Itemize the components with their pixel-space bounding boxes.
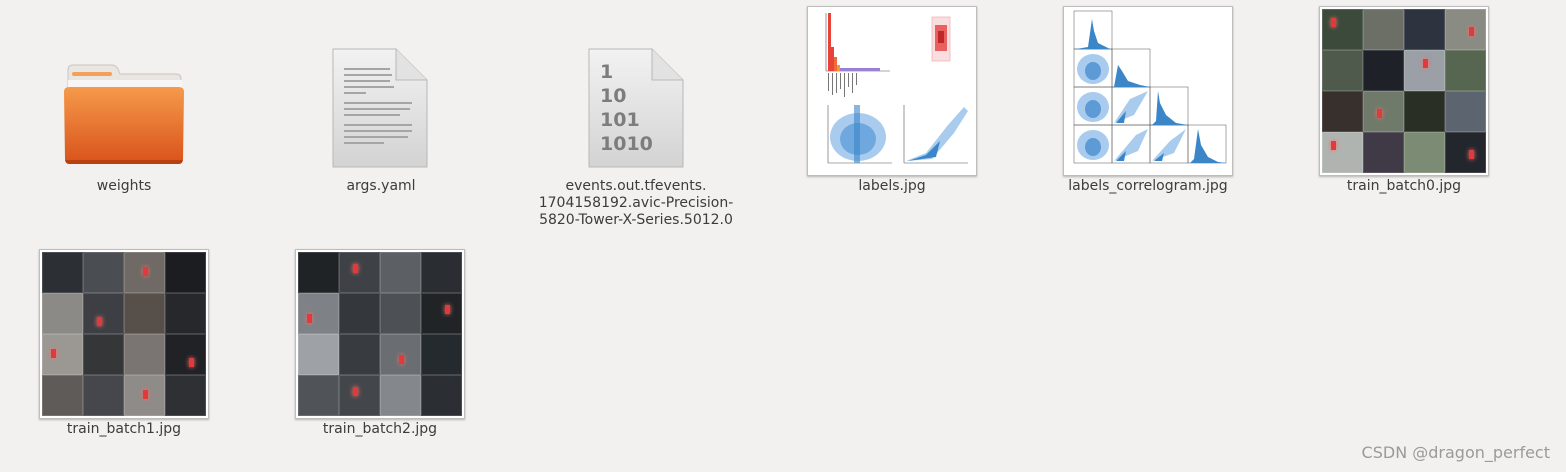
text-file-icon: [330, 46, 430, 170]
mosaic-tile: [1445, 9, 1486, 50]
traffic-light-mark: [1377, 109, 1382, 118]
mosaic-tile: [1445, 50, 1486, 91]
mosaic-tile: [124, 293, 165, 334]
mosaic-tile: [421, 334, 462, 375]
traffic-light-mark: [353, 264, 358, 273]
image-thumbnail-icon: [1063, 6, 1233, 176]
image-mosaic: [1322, 9, 1486, 173]
file-label: args.yaml: [346, 178, 416, 194]
mosaic-tile: [1363, 9, 1404, 50]
mosaic-tile: [165, 252, 206, 293]
mosaic-tile: [1445, 91, 1486, 132]
mosaic-tile: [298, 375, 339, 416]
traffic-light-mark: [189, 358, 194, 367]
mosaic-tile: [421, 293, 462, 334]
folder-icon: [62, 62, 186, 170]
traffic-light-mark: [307, 314, 312, 323]
mosaic-tile: [83, 293, 124, 334]
mosaic-tile: [165, 375, 206, 416]
traffic-light-mark: [143, 390, 148, 399]
mosaic-tile: [339, 293, 380, 334]
file-label: train_batch2.jpg: [322, 421, 438, 437]
mosaic-tile: [83, 375, 124, 416]
traffic-light-mark: [353, 387, 358, 396]
traffic-light-mark: [97, 317, 102, 326]
traffic-light-mark: [1331, 141, 1336, 150]
file-label: events.out.tfevents. 1704158192.avic-Pre…: [538, 178, 734, 228]
image-thumbnail-icon: [39, 249, 209, 419]
binary-line: 1: [600, 61, 614, 83]
traffic-light-mark: [51, 349, 56, 358]
mosaic-tile: [1404, 50, 1445, 91]
binary-line: 101: [600, 109, 640, 131]
binary-line: 10: [600, 85, 627, 107]
mosaic-tile: [83, 334, 124, 375]
binary-file-icon: 1 10 101 1010: [586, 46, 686, 170]
mosaic-tile: [339, 334, 380, 375]
traffic-light-mark: [1469, 150, 1474, 159]
mosaic-tile: [165, 293, 206, 334]
file-label: labels_correlogram.jpg: [1068, 178, 1228, 194]
mosaic-tile: [42, 334, 83, 375]
binary-line: 1010: [600, 133, 653, 155]
mosaic-tile: [124, 252, 165, 293]
mosaic-tile: [1322, 50, 1363, 91]
file-manager-view: { "files": [ {"name": "weights", "icon":…: [0, 0, 1566, 472]
mosaic-tile: [42, 375, 83, 416]
image-mosaic: [42, 252, 206, 416]
mosaic-tile: [124, 334, 165, 375]
mosaic-tile: [1404, 91, 1445, 132]
traffic-light-mark: [445, 305, 450, 314]
mosaic-tile: [1445, 132, 1486, 173]
file-label: weights: [96, 178, 152, 194]
mosaic-tile: [124, 375, 165, 416]
traffic-light-mark: [1469, 27, 1474, 36]
image-mosaic: [298, 252, 462, 416]
mosaic-tile: [1363, 50, 1404, 91]
mosaic-tile: [298, 293, 339, 334]
mosaic-tile: [339, 252, 380, 293]
image-thumbnail-icon: [1319, 6, 1489, 176]
mosaic-tile: [1404, 132, 1445, 173]
mosaic-tile: [1363, 91, 1404, 132]
image-thumbnail-icon: [295, 249, 465, 419]
mosaic-tile: [298, 252, 339, 293]
traffic-light-mark: [1331, 18, 1336, 27]
mosaic-tile: [1322, 91, 1363, 132]
mosaic-tile: [380, 375, 421, 416]
mosaic-tile: [380, 252, 421, 293]
traffic-light-mark: [1423, 59, 1428, 68]
mosaic-tile: [298, 334, 339, 375]
mosaic-tile: [1404, 9, 1445, 50]
watermark-text: CSDN @dragon_perfect: [1361, 443, 1550, 462]
mosaic-tile: [165, 334, 206, 375]
mosaic-tile: [1322, 132, 1363, 173]
mosaic-tile: [42, 252, 83, 293]
mosaic-tile: [1363, 132, 1404, 173]
mosaic-tile: [380, 293, 421, 334]
file-label: train_batch1.jpg: [66, 421, 182, 437]
traffic-light-mark: [399, 355, 404, 364]
mosaic-tile: [83, 252, 124, 293]
mosaic-tile: [421, 375, 462, 416]
mosaic-tile: [42, 293, 83, 334]
file-label: train_batch0.jpg: [1346, 178, 1462, 194]
image-thumbnail-icon: [807, 6, 977, 176]
mosaic-tile: [421, 252, 462, 293]
mosaic-tile: [339, 375, 380, 416]
mosaic-tile: [380, 334, 421, 375]
file-label: labels.jpg: [858, 178, 926, 194]
traffic-light-mark: [143, 267, 148, 276]
mosaic-tile: [1322, 9, 1363, 50]
